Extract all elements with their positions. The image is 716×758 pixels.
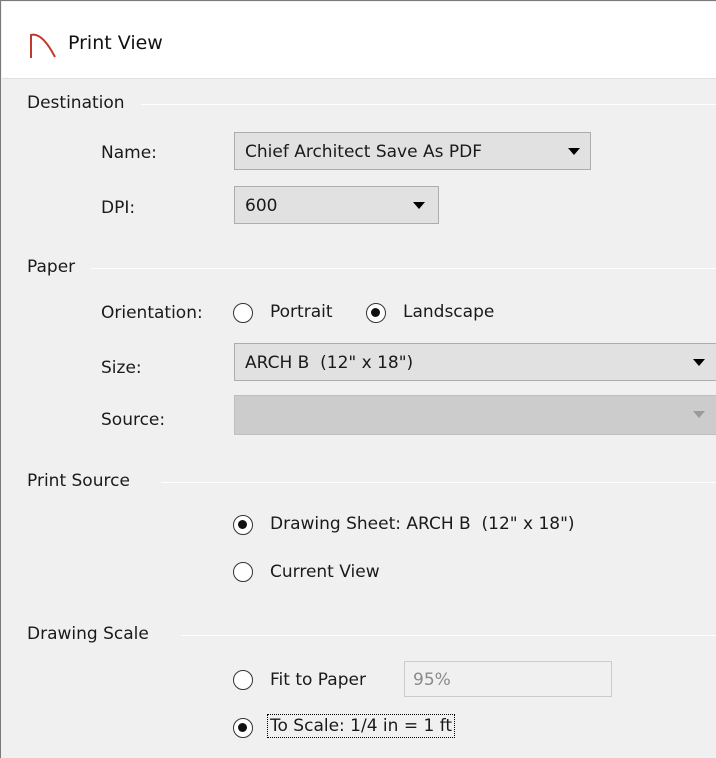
destination-divider bbox=[141, 104, 716, 105]
dpi-dropdown[interactable]: 600 bbox=[234, 186, 439, 224]
drawing-sheet-label[interactable]: Drawing Sheet: ARCH B (12" x 18") bbox=[270, 514, 575, 534]
paper-source-dropdown[interactable] bbox=[234, 395, 716, 435]
paper-divider bbox=[91, 268, 716, 269]
paper-size-value: ARCH B (12" x 18") bbox=[245, 353, 414, 373]
to-scale-radio[interactable] bbox=[233, 718, 253, 738]
landscape-radio[interactable] bbox=[366, 303, 386, 323]
portrait-radio[interactable] bbox=[233, 303, 253, 323]
name-label: Name: bbox=[101, 143, 157, 163]
portrait-label[interactable]: Portrait bbox=[270, 302, 333, 322]
printer-name-value: Chief Architect Save As PDF bbox=[245, 142, 482, 162]
dpi-label: DPI: bbox=[101, 198, 136, 218]
destination-group-label: Destination bbox=[27, 93, 135, 113]
paper-group-label: Paper bbox=[27, 257, 86, 277]
arch-logo-icon bbox=[30, 33, 56, 58]
fit-to-paper-label[interactable]: Fit to Paper bbox=[270, 670, 366, 690]
chevron-down-icon bbox=[693, 411, 705, 418]
drawing-scale-group-label: Drawing Scale bbox=[27, 624, 159, 644]
to-scale-label[interactable]: To Scale: 1/4 in = 1 ft bbox=[267, 714, 456, 738]
current-view-label[interactable]: Current View bbox=[270, 562, 380, 582]
current-view-radio[interactable] bbox=[233, 562, 253, 582]
chevron-down-icon bbox=[413, 202, 425, 209]
fit-percent-field[interactable]: 95% bbox=[404, 661, 612, 697]
drawing-scale-divider bbox=[181, 635, 716, 636]
fit-percent-value: 95% bbox=[413, 670, 451, 690]
chevron-down-icon bbox=[693, 359, 705, 366]
print-source-group-label: Print Source bbox=[27, 471, 140, 491]
paper-size-dropdown[interactable]: ARCH B (12" x 18") bbox=[234, 343, 716, 381]
source-label: Source: bbox=[101, 410, 166, 430]
chevron-down-icon bbox=[568, 148, 580, 155]
fit-to-paper-radio[interactable] bbox=[233, 670, 253, 690]
window-title: Print View bbox=[68, 32, 163, 54]
dpi-value: 600 bbox=[245, 196, 278, 216]
print-view-dialog: Print View Destination Name: Chief Archi… bbox=[0, 0, 716, 758]
orientation-label: Orientation: bbox=[101, 303, 203, 323]
size-label: Size: bbox=[101, 358, 142, 378]
drawing-sheet-radio[interactable] bbox=[233, 515, 253, 535]
printer-name-dropdown[interactable]: Chief Architect Save As PDF bbox=[234, 132, 591, 170]
landscape-label[interactable]: Landscape bbox=[403, 302, 494, 322]
print-source-divider bbox=[161, 482, 716, 483]
title-bar: Print View bbox=[2, 2, 716, 79]
